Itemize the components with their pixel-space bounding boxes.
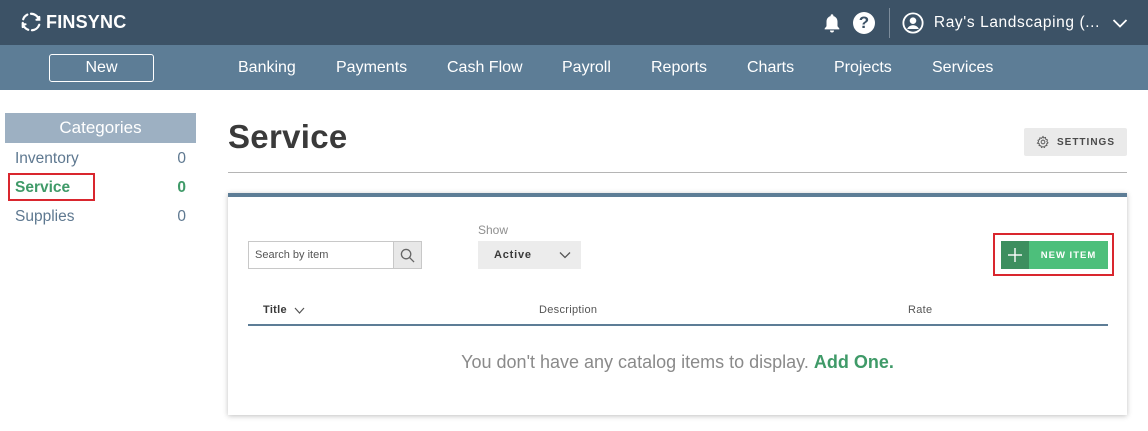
nav-item-payroll[interactable]: Payroll — [562, 45, 611, 90]
catalog-panel: Show Active NEW ITEM Title Description R… — [228, 193, 1127, 415]
new-item-label: NEW ITEM — [1029, 241, 1108, 269]
column-header-description: Description — [539, 304, 598, 316]
notifications-bell-icon[interactable] — [821, 12, 843, 34]
chevron-down-icon — [559, 252, 571, 259]
page-title: Service — [228, 118, 348, 155]
nav-item-services[interactable]: Services — [932, 45, 993, 90]
empty-state-message: You don't have any catalog items to disp… — [228, 352, 1127, 373]
settings-label: SETTINGS — [1056, 136, 1115, 148]
categories-heading: Categories — [5, 113, 196, 143]
company-name[interactable]: Ray's Landscaping (... — [934, 14, 1100, 32]
column-header-title-label: Title — [263, 304, 287, 316]
chevron-down-icon[interactable] — [1112, 18, 1128, 28]
show-filter-value: Active — [494, 249, 532, 261]
title-divider — [228, 172, 1127, 173]
category-supplies[interactable]: Supplies 0 — [5, 201, 196, 230]
category-label: Supplies — [15, 208, 75, 225]
nav-item-banking[interactable]: Banking — [238, 45, 296, 90]
add-one-link[interactable]: Add One. — [814, 352, 894, 372]
plus-icon — [1001, 241, 1029, 269]
column-header-rate: Rate — [908, 304, 933, 316]
nav-item-cash-flow[interactable]: Cash Flow — [447, 45, 523, 90]
show-filter-label: Show — [478, 223, 509, 237]
category-label: Inventory — [15, 150, 79, 167]
category-inventory[interactable]: Inventory 0 — [5, 143, 196, 172]
help-icon[interactable]: ? — [852, 11, 875, 34]
user-account-icon[interactable] — [902, 11, 924, 34]
category-count: 0 — [177, 179, 186, 196]
nav-item-payments[interactable]: Payments — [336, 45, 407, 90]
categories-sidebar: Categories Inventory 0 Service 0 Supplie… — [5, 113, 196, 230]
new-button[interactable]: New — [49, 54, 154, 82]
search-input[interactable] — [248, 241, 393, 269]
search-icon — [400, 248, 415, 263]
category-count: 0 — [177, 208, 186, 225]
service-highlight-box — [8, 173, 95, 201]
nav-item-reports[interactable]: Reports — [651, 45, 707, 90]
nav-item-charts[interactable]: Charts — [747, 45, 794, 90]
sort-chevron-down-icon — [294, 307, 305, 314]
nav-item-projects[interactable]: Projects — [834, 45, 892, 90]
column-header-title[interactable]: Title — [263, 304, 305, 316]
search-group — [248, 241, 422, 269]
main-nav-bar: New Banking Payments Cash Flow Payroll R… — [0, 45, 1148, 90]
show-filter-select[interactable]: Active — [478, 241, 581, 269]
brand-name: FINSYNC — [46, 11, 127, 32]
category-count: 0 — [177, 150, 186, 167]
search-button[interactable] — [393, 241, 422, 269]
new-item-button[interactable]: NEW ITEM — [1001, 241, 1108, 269]
table-header-divider — [248, 324, 1108, 326]
finsync-logo[interactable]: FINSYNC — [20, 9, 126, 35]
header-divider — [888, 7, 890, 38]
settings-button[interactable]: SETTINGS — [1024, 128, 1127, 156]
top-bar: FINSYNC ? Ray's Landscaping (... — [0, 0, 1148, 45]
gear-icon — [1036, 135, 1049, 149]
sync-logo-icon — [21, 12, 41, 32]
empty-state-text: You don't have any catalog items to disp… — [461, 352, 809, 372]
